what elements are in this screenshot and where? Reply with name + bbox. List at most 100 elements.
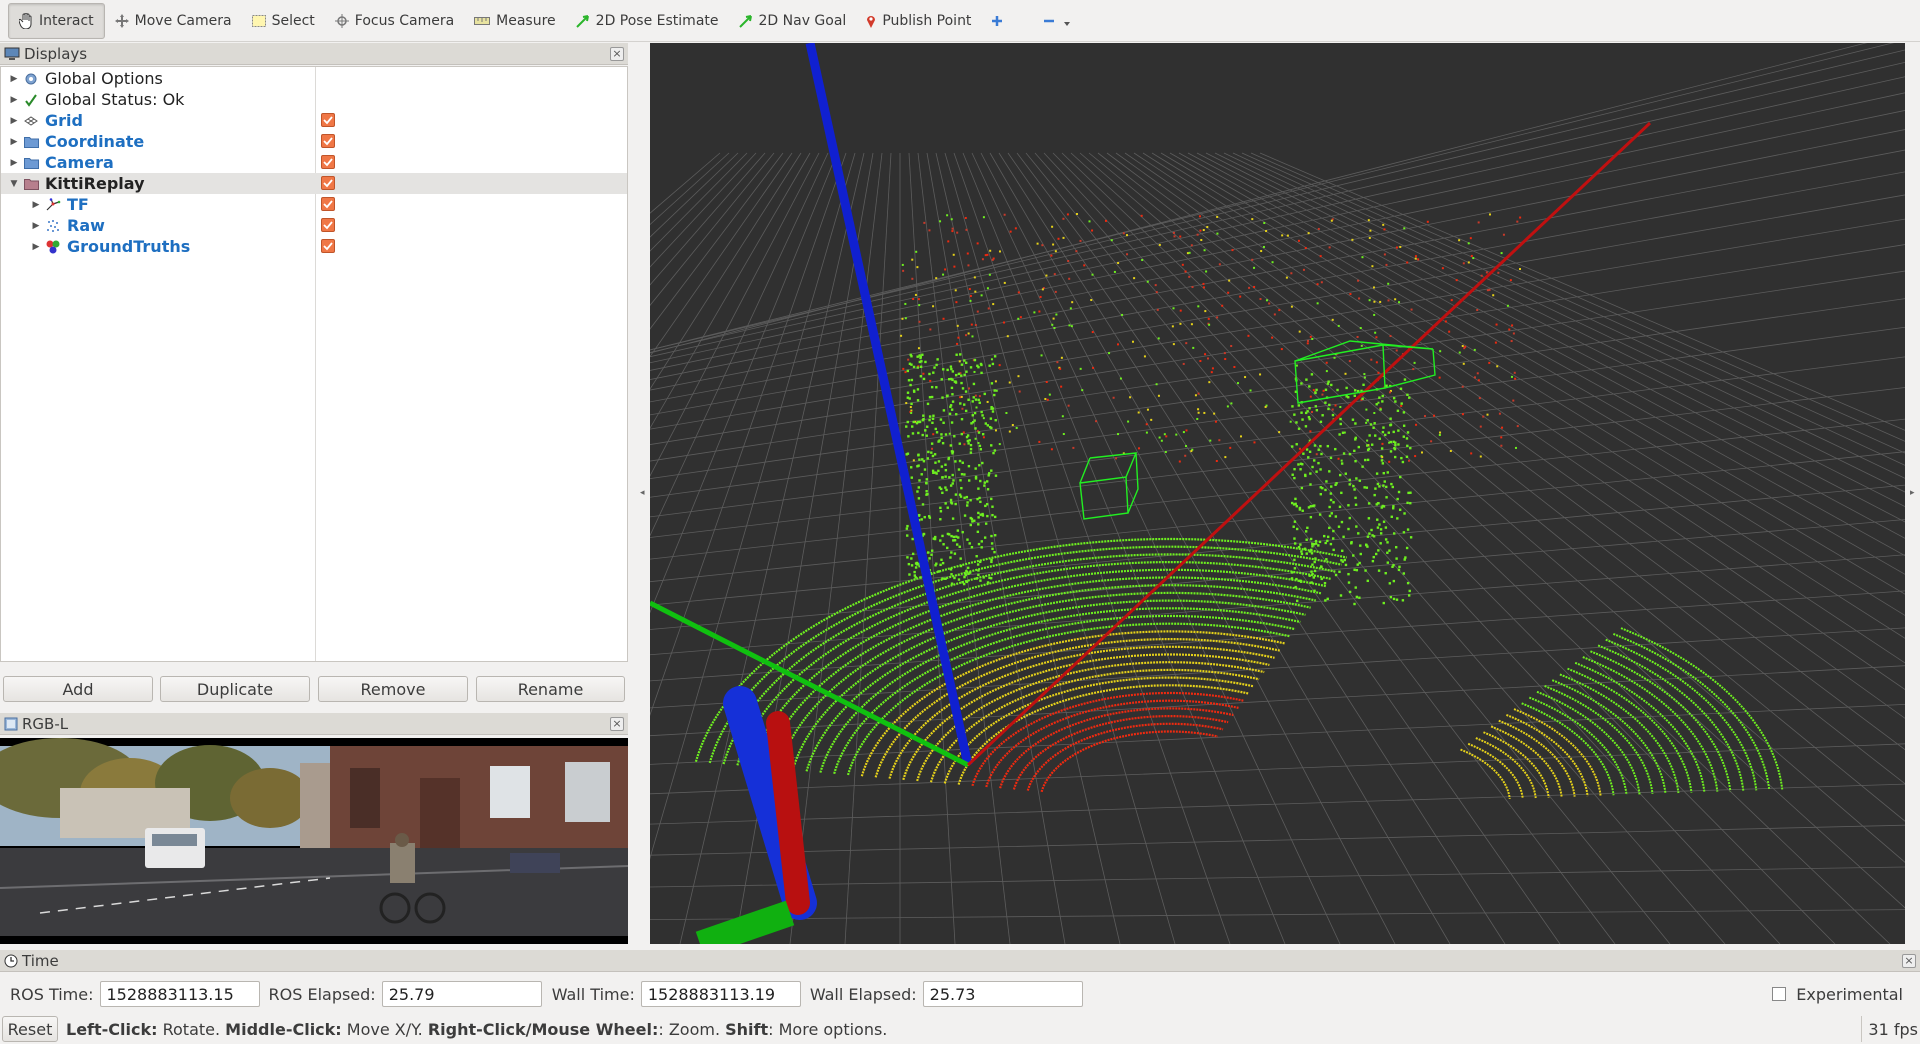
close-icon[interactable]: ×	[610, 47, 624, 61]
move-camera-tool-button[interactable]: Move Camera	[105, 4, 242, 38]
tree-item-raw[interactable]: ▶ Raw	[1, 215, 627, 236]
focus-camera-tool-button[interactable]: Focus Camera	[325, 4, 464, 38]
time-panel-header: Time ×	[0, 950, 1920, 972]
move-camera-label: Move Camera	[134, 12, 232, 29]
checkbox[interactable]	[321, 218, 335, 232]
publish-point-label: Publish Point	[882, 12, 972, 29]
splitter-right-handle[interactable]: ▸	[1910, 488, 1916, 498]
green-arrow-icon	[575, 14, 589, 28]
expand-arrow-icon[interactable]: ▶	[31, 242, 41, 252]
focus-camera-label: Focus Camera	[354, 12, 455, 29]
tree-item-groundtruths[interactable]: ▶ GroundTruths	[1, 236, 627, 257]
tree-label: Raw	[67, 216, 105, 235]
duplicate-button[interactable]: Duplicate	[160, 676, 310, 702]
hand-icon	[19, 12, 32, 29]
expand-arrow-icon[interactable]: ▶	[31, 200, 41, 210]
measure-tool-button[interactable]: Measure	[464, 4, 566, 38]
displays-title: Displays	[24, 44, 88, 63]
checkbox[interactable]	[321, 113, 335, 127]
splitter-left-handle[interactable]: ◂	[640, 488, 646, 498]
tree-item-tf[interactable]: ▶ TF	[1, 194, 627, 215]
tf-icon	[45, 197, 61, 213]
ros-time-label: ROS Time:	[10, 984, 94, 1004]
checkbox[interactable]	[321, 239, 335, 253]
expand-arrow-icon[interactable]: ▶	[9, 137, 19, 147]
grid-icon	[23, 113, 39, 129]
tf-frame-marker	[695, 686, 817, 944]
select-tool-button[interactable]: Select	[242, 4, 325, 38]
add-button[interactable]: Add	[3, 676, 153, 702]
collapse-arrow-icon[interactable]: ▼	[9, 179, 19, 189]
remove-button[interactable]: Remove	[318, 676, 468, 702]
crosshair-icon	[334, 13, 349, 28]
checkbox[interactable]	[321, 197, 335, 211]
wall-time-field[interactable]: 1528883113.19	[640, 981, 801, 1007]
tree-label: Camera	[45, 153, 114, 172]
reset-button[interactable]: Reset	[2, 1016, 58, 1042]
tree-label: Global Status: Ok	[45, 90, 185, 109]
tree-item-camera[interactable]: ▶ Camera	[1, 152, 627, 173]
interact-tool-button[interactable]: Interact	[8, 2, 105, 39]
nav-goal-tool-button[interactable]: 2D Nav Goal	[729, 4, 857, 38]
y-axis-line	[650, 600, 970, 768]
wall-time-label: Wall Time:	[551, 984, 635, 1004]
tree-label: Grid	[45, 111, 83, 130]
expand-arrow-icon[interactable]: ▶	[9, 74, 19, 84]
time-fields-row: ROS Time: 1528883113.15 ROS Elapsed: 25.…	[0, 978, 1920, 1010]
folder-icon	[23, 176, 39, 192]
plus-icon	[992, 15, 1003, 26]
add-tool-button[interactable]	[981, 4, 1019, 38]
tree-label: Global Options	[45, 69, 163, 88]
folder-icon	[23, 134, 39, 150]
ros-time-field[interactable]: 1528883113.15	[99, 981, 260, 1007]
select-label: Select	[271, 12, 315, 29]
wall-elapsed-label: Wall Elapsed:	[809, 984, 917, 1004]
expand-arrow-icon[interactable]: ▶	[9, 158, 19, 168]
tree-item-kittireplay[interactable]: ▼ KittiReplay	[1, 173, 627, 194]
close-icon[interactable]: ×	[1902, 954, 1916, 968]
monitor-icon	[4, 47, 20, 60]
ruler-icon	[474, 16, 491, 25]
checkbox-box[interactable]	[1772, 987, 1787, 1001]
remove-tool-button[interactable]	[1033, 4, 1087, 38]
folder-icon	[23, 155, 39, 171]
experimental-checkbox[interactable]: Experimental	[1772, 985, 1903, 1004]
ros-elapsed-label: ROS Elapsed:	[268, 984, 376, 1004]
experimental-label: Experimental	[1796, 984, 1903, 1004]
checkbox[interactable]	[321, 176, 335, 190]
time-title: Time	[22, 951, 59, 970]
markers-icon	[45, 239, 61, 255]
mouse-help-text: Left-Click: Rotate. Middle-Click: Move X…	[66, 1019, 888, 1039]
tree-label: Coordinate	[45, 132, 145, 151]
map-pin-icon	[867, 15, 876, 28]
wall-elapsed-field[interactable]: 25.73	[922, 981, 1083, 1007]
close-icon[interactable]: ×	[610, 717, 624, 731]
select-box-icon	[251, 14, 266, 27]
pointcloud-icon	[45, 218, 61, 234]
tree-item-global-status[interactable]: ▶ Global Status: Ok	[1, 89, 627, 110]
expand-arrow-icon[interactable]: ▶	[31, 221, 41, 231]
image-icon	[4, 717, 18, 730]
pose-estimate-label: 2D Pose Estimate	[595, 12, 719, 29]
displays-tree: ▶ Global Options ▶ Global Status: Ok ▶ G…	[0, 66, 628, 662]
checkbox[interactable]	[321, 155, 335, 169]
status-bar: Reset Left-Click: Rotate. Middle-Click: …	[0, 1014, 1920, 1044]
pose-estimate-tool-button[interactable]: 2D Pose Estimate	[566, 4, 729, 38]
checkbox[interactable]	[321, 134, 335, 148]
minus-icon	[1044, 19, 1055, 22]
z-axis-line	[805, 43, 973, 766]
green-arrow-icon	[738, 14, 752, 28]
tree-item-grid[interactable]: ▶ Grid	[1, 110, 627, 131]
tree-item-global-options[interactable]: ▶ Global Options	[1, 68, 627, 89]
publish-point-tool-button[interactable]: Publish Point	[856, 4, 981, 38]
interact-label: Interact	[39, 12, 94, 29]
ros-elapsed-field[interactable]: 25.79	[381, 981, 542, 1007]
3d-viewport[interactable]	[650, 43, 1905, 944]
expand-arrow-icon[interactable]: ▶	[9, 116, 19, 126]
rename-button[interactable]: Rename	[476, 676, 625, 702]
tree-item-coordinate[interactable]: ▶ Coordinate	[1, 131, 627, 152]
chevron-down-icon	[1064, 21, 1071, 26]
gear-icon	[23, 71, 39, 87]
expand-arrow-icon[interactable]: ▶	[9, 95, 19, 105]
tree-label: GroundTruths	[67, 237, 191, 256]
